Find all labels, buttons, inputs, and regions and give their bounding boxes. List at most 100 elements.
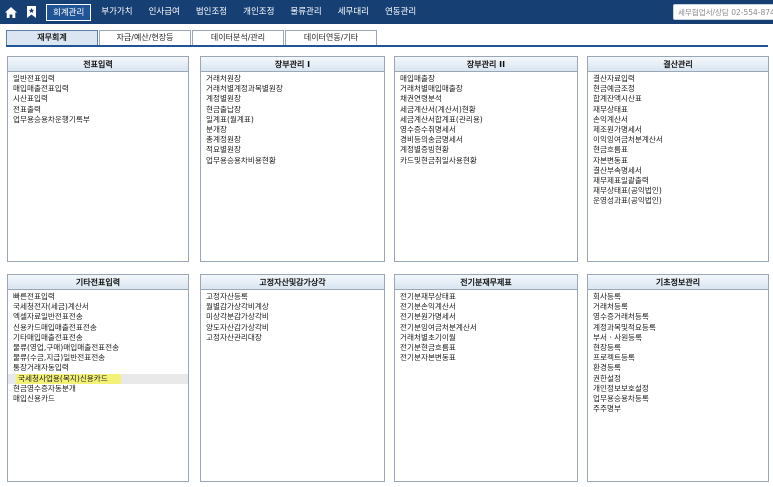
menu-item[interactable]: 합계잔액시산표 — [588, 94, 768, 104]
menu-item[interactable]: 일반전표입력 — [8, 74, 188, 84]
menu-item[interactable]: 카드및현금취일사용현황 — [395, 156, 577, 166]
menu-item[interactable]: 세금계산서합계표(관리용) — [395, 115, 577, 125]
menu-item[interactable]: 개인정보보호설정 — [588, 384, 768, 394]
panel-basic-info-management: 기초정보관리 회사등록 거래처등록 영수증거래처등록 계정과목및적요등록 부서 … — [587, 274, 769, 482]
menu-list: 거래처원장 거래처별계정과목별원장 계정별원장 현금출납장 일계표(월계표) 분… — [201, 72, 384, 166]
menu-item[interactable]: 현금출납장 — [201, 105, 384, 115]
menu-item[interactable]: 업무용승용차운행기록부 — [8, 115, 188, 125]
home-icon[interactable] — [3, 4, 19, 20]
menu-item[interactable]: 고정자산등록 — [201, 292, 384, 302]
menu-item[interactable]: 자본변동표 — [588, 156, 768, 166]
menu-item[interactable]: 채권연령분석 — [395, 94, 577, 104]
menu-item[interactable]: 현금예금조정 — [588, 84, 768, 94]
menu-item[interactable]: 분개장 — [201, 125, 384, 135]
menu-item[interactable]: 거래처별계정과목별원장 — [201, 84, 384, 94]
menu-item[interactable]: 현금흐름표 — [588, 145, 768, 155]
menu-item[interactable]: 결산자료입력 — [588, 74, 768, 84]
menu-item[interactable]: 업무용승용차비용현황 — [201, 156, 384, 166]
menu-item[interactable]: 총계정원장 — [201, 135, 384, 145]
nav-vat[interactable]: 부가가치 — [93, 4, 140, 21]
panel-title: 기타전표입력 — [8, 275, 188, 290]
menu-item[interactable]: 거래처등록 — [588, 302, 768, 312]
menu-item[interactable]: 국세청전자(세금)계산서 — [8, 302, 188, 312]
menu-item[interactable]: 통장거래자동입력 — [8, 363, 188, 373]
menu-item[interactable]: 매입매출장 — [395, 74, 577, 84]
menu-item-highlighted[interactable]: 국세청사업용(복지)신용카드 — [16, 373, 121, 384]
panel-title: 기초정보관리 — [588, 275, 768, 290]
menu-item[interactable]: 계정별원장 — [201, 94, 384, 104]
menu-item[interactable]: 전표출력 — [8, 105, 188, 115]
nav-integration[interactable]: 연동관리 — [377, 4, 424, 21]
menu-item[interactable]: 환경등록 — [588, 363, 768, 373]
nav-tax-agency[interactable]: 세무대리 — [330, 4, 377, 21]
menu-item[interactable]: 결산부속명세서 — [588, 166, 768, 176]
menu-item[interactable]: 권한설정 — [588, 374, 768, 384]
panel-title: 전표입력 — [8, 57, 188, 72]
menu-item[interactable]: 전기분자본변동표 — [395, 353, 577, 363]
panel-closing-management: 결산관리 결산자료입력 현금예금조정 합계잔액시산표 재무상태표 손익계산서 제… — [587, 56, 769, 262]
menu-item[interactable]: 이익잉여금처분계산서 — [588, 135, 768, 145]
panel-voucher-entry: 전표입력 일반전표입력 매입매출전표입력 시산표입력 전표출력 업무용승용차운행… — [7, 56, 189, 262]
menu-item[interactable]: 손익계산서 — [588, 115, 768, 125]
menu-item[interactable]: 거래처원장 — [201, 74, 384, 84]
menu-item[interactable]: 전기분손익계산서 — [395, 302, 577, 312]
menu-item[interactable]: 운영성과표(공익법인) — [588, 196, 768, 206]
menu-item[interactable]: 재무제표일괄출력 — [588, 176, 768, 186]
menu-item[interactable]: 거래처별초기이월 — [395, 333, 577, 343]
menu-item[interactable]: 전기분잉여금처분계산서 — [395, 323, 577, 333]
menu-list: 결산자료입력 현금예금조정 합계잔액시산표 재무상태표 손익계산서 제조원가명세… — [588, 72, 768, 206]
menu-item[interactable]: 재무상태표(공익법인) — [588, 186, 768, 196]
menu-item[interactable]: 경비등의송금명세서 — [395, 135, 577, 145]
menu-item-selected-row[interactable]: 국세청사업용(복지)신용카드 — [8, 373, 188, 384]
menu-item[interactable]: 거래처별매입매출장 — [395, 84, 577, 94]
menu-item[interactable]: 적요별원장 — [201, 145, 384, 155]
panel-ledger-management-1: 장부관리 I 거래처원장 거래처별계정과목별원장 계정별원장 현금출납장 일계표… — [200, 56, 385, 262]
top-navigation-bar: 회계관리 부가가치 인사급여 법인조정 개인조정 물류관리 세무대리 연동관리 — [0, 0, 773, 24]
tab-financial-accounting[interactable]: 재무회계 — [6, 30, 98, 45]
menu-item[interactable]: 월별감가상각비계상 — [201, 302, 384, 312]
menu-item[interactable]: 전기분현금흐름표 — [395, 343, 577, 353]
nav-personal-adjustment[interactable]: 개인조정 — [235, 4, 282, 21]
menu-item[interactable]: 매입신용카드 — [8, 394, 188, 404]
menu-item[interactable]: 엑셀자료일반전표전송 — [8, 312, 188, 322]
menu-item[interactable]: 재무상태표 — [588, 105, 768, 115]
panel-fixed-assets-depreciation: 고정자산및감가상각 고정자산등록 월별감가상각비계상 미상각분감가상각비 양도자… — [200, 274, 385, 482]
bookmark-icon[interactable] — [24, 4, 38, 20]
panel-prior-period-statements: 전기분재무제표 전기분재무상태표 전기분손익계산서 전기분원가명세서 전기분잉여… — [394, 274, 578, 482]
menu-item[interactable]: 미상각분감가상각비 — [201, 312, 384, 322]
menu-item[interactable]: 영수증수취명세서 — [395, 125, 577, 135]
menu-item[interactable]: 양도자산감가상각비 — [201, 323, 384, 333]
menu-item[interactable]: 현금영수증자동분개 — [8, 384, 188, 394]
menu-item[interactable]: 계정별증빙현황 — [395, 145, 577, 155]
menu-item[interactable]: 제조원가명세서 — [588, 125, 768, 135]
menu-item[interactable]: 업무용승용차등록 — [588, 394, 768, 404]
menu-item[interactable]: 부서 · 사원등록 — [588, 333, 768, 343]
menu-item[interactable]: 계정과목및적요등록 — [588, 323, 768, 333]
nav-logistics[interactable]: 물류관리 — [282, 4, 329, 21]
menu-item[interactable]: 시산표입력 — [8, 94, 188, 104]
menu-item[interactable]: 신용카드매입매출전표전송 — [8, 323, 188, 333]
menu-item[interactable]: 물류(영업,구매)매입매출전표전송 — [8, 343, 188, 353]
menu-item[interactable]: 기타매입매출전표전송 — [8, 333, 188, 343]
menu-item[interactable]: 주주명부 — [588, 404, 768, 414]
menu-item[interactable]: 매입매출전표입력 — [8, 84, 188, 94]
tab-data-integration[interactable]: 데이터연동/기타 — [285, 30, 377, 45]
menu-item[interactable]: 현장등록 — [588, 343, 768, 353]
menu-item[interactable]: 일계표(월계표) — [201, 115, 384, 125]
menu-item[interactable]: 전기분재무상태표 — [395, 292, 577, 302]
menu-item[interactable]: 회사등록 — [588, 292, 768, 302]
menu-item[interactable]: 물류(수금,지급)일반전표전송 — [8, 353, 188, 363]
tab-data-analysis[interactable]: 데이터분석/관리 — [192, 30, 284, 45]
nav-accounting[interactable]: 회계관리 — [46, 3, 92, 21]
menu-item[interactable]: 빠른전표입력 — [8, 292, 188, 302]
menu-item[interactable]: 고정자산관리대장 — [201, 333, 384, 343]
menu-item[interactable]: 전기분원가명세서 — [395, 312, 577, 322]
nav-payroll[interactable]: 인사급여 — [141, 4, 188, 21]
search-input[interactable] — [673, 4, 773, 20]
tab-funds-budget-site[interactable]: 자금/예산/현장등 — [99, 30, 191, 45]
menu-item[interactable]: 세금계산서(계산서)현황 — [395, 105, 577, 115]
menu-list: 전기분재무상태표 전기분손익계산서 전기분원가명세서 전기분잉여금처분계산서 거… — [395, 290, 577, 363]
nav-corporate-adjustment[interactable]: 법인조정 — [188, 4, 235, 21]
menu-item[interactable]: 프로젝트등록 — [588, 353, 768, 363]
menu-item[interactable]: 영수증거래처등록 — [588, 312, 768, 322]
